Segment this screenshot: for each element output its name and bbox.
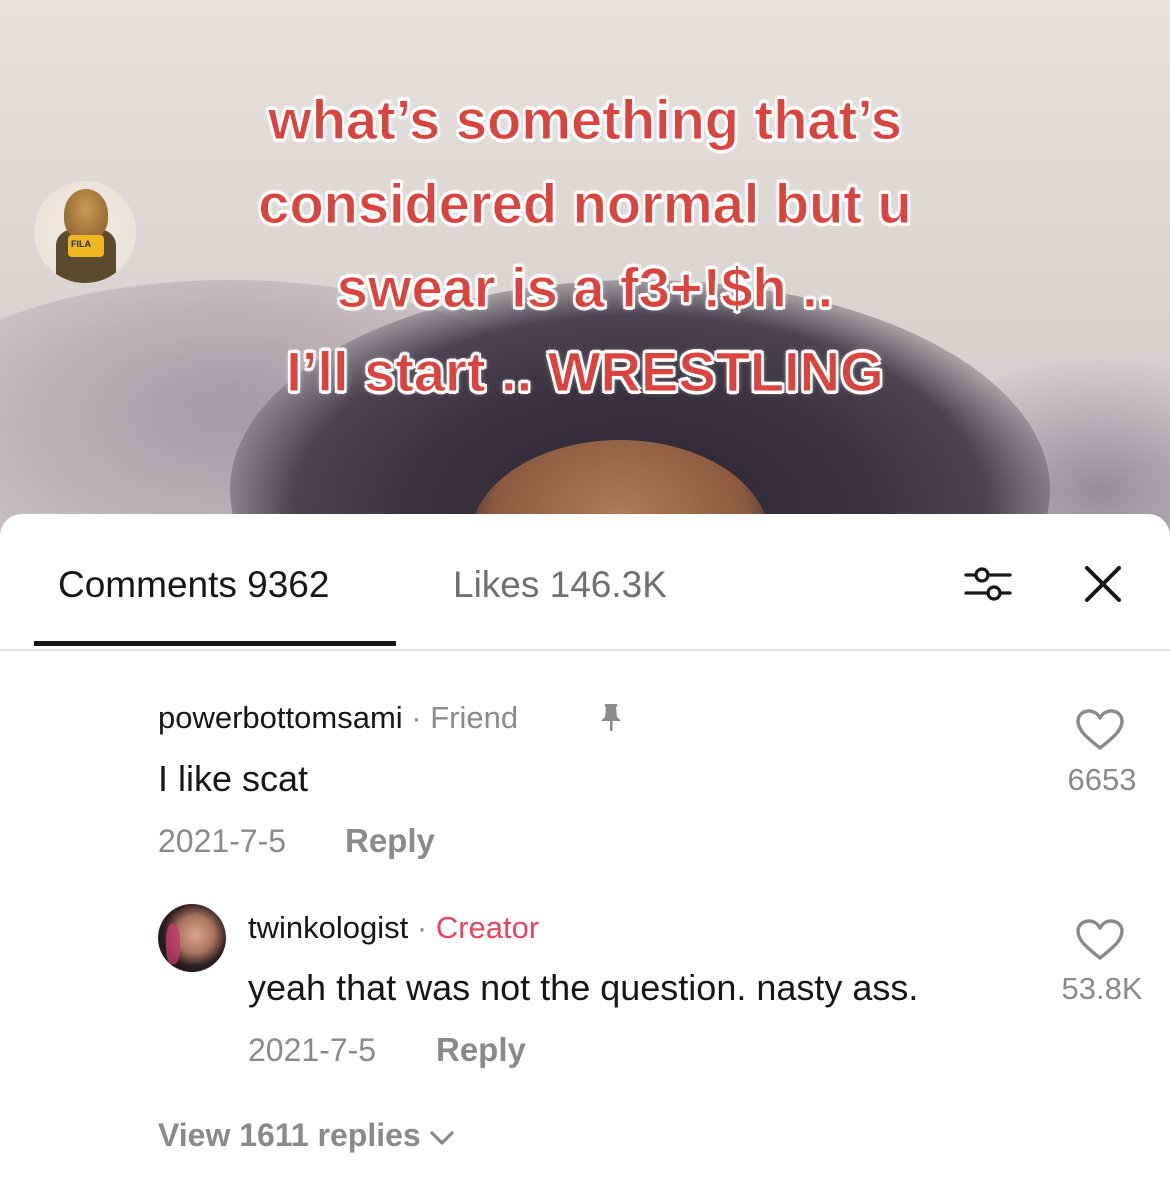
comment-header: powerbottomsami · Friend <box>158 700 518 736</box>
like-count: 53.8K <box>1061 971 1143 1006</box>
chevron-down-icon <box>430 1130 454 1145</box>
comment-text: I like scat <box>158 758 309 799</box>
reply-button[interactable]: Reply <box>436 1031 526 1069</box>
close-button[interactable] <box>1081 562 1125 606</box>
avatar-figure-hair <box>64 189 108 239</box>
filter-sliders-icon <box>964 567 1012 601</box>
heart-icon[interactable] <box>1075 708 1125 752</box>
friend-badge: Friend <box>430 700 519 735</box>
comment-username[interactable]: powerbottomsami <box>158 700 403 735</box>
separator-dot: · <box>411 700 422 735</box>
comment-header: twinkologist · Creator <box>248 910 539 946</box>
caption-line: what’s something that’s <box>268 88 903 152</box>
view-replies-button[interactable]: View 1611 replies <box>158 1117 455 1154</box>
active-tab-indicator <box>34 641 396 646</box>
filter-button[interactable] <box>962 562 1014 606</box>
like-count: 6653 <box>1067 762 1137 797</box>
comment-date: 2021-7-5 <box>248 1032 377 1068</box>
comment-text: yeah that was not the question. nasty as… <box>248 967 919 1008</box>
separator-dot: · <box>416 910 428 945</box>
avatar-logo-text: FILA <box>71 239 91 249</box>
video-player[interactable]: what’s something that’s considered norma… <box>0 0 1170 540</box>
creator-badge: Creator <box>435 910 540 945</box>
comment-username[interactable]: twinkologist <box>248 910 408 945</box>
video-caption: what’s something that’s considered norma… <box>0 78 1170 414</box>
tab-likes[interactable]: Likes 146.3K <box>453 564 667 606</box>
comments-tab-bar: Comments 9362 Likes 146.3K <box>0 514 1170 651</box>
close-icon <box>1085 566 1121 602</box>
avatar-hair-streak <box>166 924 180 964</box>
heart-icon[interactable] <box>1075 918 1125 962</box>
avatar[interactable]: FILA <box>34 181 136 283</box>
caption-line: I’ll start .. WRESTLING <box>286 340 884 404</box>
view-replies-label: View 1611 replies <box>158 1117 421 1153</box>
reply-button[interactable]: Reply <box>345 822 435 860</box>
tab-comments[interactable]: Comments 9362 <box>58 564 329 606</box>
avatar[interactable] <box>158 904 226 972</box>
pin-icon <box>601 704 621 731</box>
caption-line: considered normal but u <box>258 172 912 236</box>
caption-line: swear is a f3+!$h .. <box>336 256 834 320</box>
comment-date: 2021-7-5 <box>158 823 287 859</box>
